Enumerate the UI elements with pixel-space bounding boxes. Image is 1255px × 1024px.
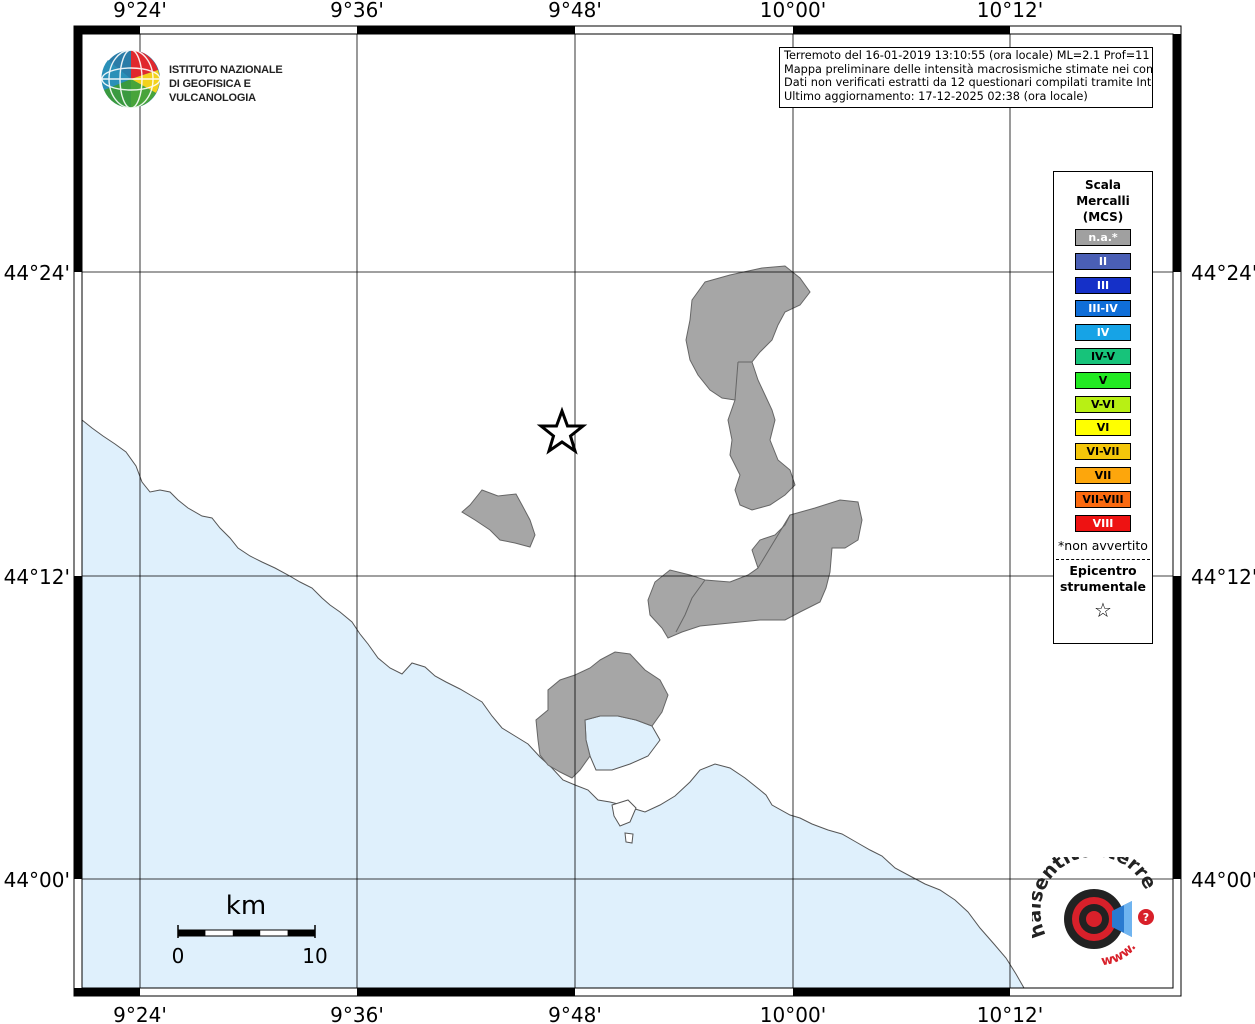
lon-label-bottom: 9°36' bbox=[330, 1003, 384, 1024]
legend-items: n.a.* II III III-IV IV IV-V V V-VI VI VI-VII VII VI… bbox=[1054, 229, 1152, 532]
lon-label-top: 10°12' bbox=[977, 0, 1043, 22]
legend-title: Scala Mercalli (MCS) bbox=[1054, 177, 1152, 225]
lon-label-top: 9°36' bbox=[330, 0, 384, 22]
scale-end: 10 bbox=[302, 944, 327, 968]
haisentito-logo: haisentitoilterremoto.it www. ? bbox=[1032, 857, 1161, 969]
legend-item: VII-VIII bbox=[1075, 490, 1131, 508]
lat-label-right: 44°24' bbox=[1191, 261, 1255, 285]
lat-label-right: 44°12' bbox=[1191, 565, 1255, 589]
event-info-line: Mappa preliminare delle intensità macros… bbox=[784, 62, 1153, 76]
legend-star-icon: ☆ bbox=[1094, 598, 1112, 623]
legend-item: II bbox=[1075, 252, 1131, 270]
lon-label-bottom: 9°48' bbox=[548, 1003, 602, 1024]
legend-epicenter-line: strumentale bbox=[1059, 579, 1147, 595]
lon-label-bottom: 10°12' bbox=[977, 1003, 1043, 1024]
institute-line1: ISTITUTO NAZIONALE bbox=[169, 64, 283, 76]
lon-label-top: 9°48' bbox=[548, 0, 602, 22]
event-info-line: Dati non verificati estratti da 12 quest… bbox=[784, 76, 1153, 90]
legend-item: IV bbox=[1075, 324, 1131, 342]
legend-epicenter-line: Epicentro bbox=[1069, 563, 1137, 579]
legend-note: *non avvertito bbox=[1058, 538, 1148, 554]
legend-item: V-VI bbox=[1075, 395, 1131, 413]
legend-title-line: (MCS) bbox=[1082, 210, 1124, 224]
legend-title-line: Mercalli bbox=[1076, 194, 1130, 208]
scale-unit: km bbox=[226, 891, 266, 921]
lat-label-left: 44°12' bbox=[4, 565, 70, 589]
event-info-box: Terremoto del 16-01-2019 13:10:55 (ora l… bbox=[779, 47, 1153, 108]
legend-title-line: Scala bbox=[1084, 178, 1122, 192]
lon-label-top: 10°00' bbox=[760, 0, 826, 22]
event-info-line: Ultimo aggiornamento: 17-12-2025 02:38 (… bbox=[784, 89, 1088, 103]
svg-text:?: ? bbox=[1143, 911, 1149, 924]
lat-label-left: 44°24' bbox=[4, 261, 70, 285]
ingv-globe-icon bbox=[101, 49, 161, 109]
legend-item: VIII bbox=[1075, 514, 1131, 532]
ingv-logo: ISTITUTO NAZIONALE DI GEOFISICA E VULCAN… bbox=[100, 48, 320, 110]
target-icon bbox=[1064, 889, 1132, 949]
legend-item: VII bbox=[1075, 466, 1131, 484]
legend-divider bbox=[1056, 559, 1150, 561]
lon-label-top: 9°24' bbox=[113, 0, 167, 22]
lat-label-right: 44°00' bbox=[1191, 868, 1255, 892]
scale-start: 0 bbox=[172, 944, 185, 968]
legend-item: n.a.* bbox=[1075, 229, 1131, 246]
legend-item: VI bbox=[1075, 419, 1131, 437]
lat-label-left: 44°00' bbox=[4, 868, 70, 892]
legend-item: III-IV bbox=[1075, 300, 1131, 318]
legend-item: V bbox=[1075, 371, 1131, 389]
legend-epicenter-label: Epicentro strumentale bbox=[1054, 563, 1152, 595]
event-info-line: Terremoto del 16-01-2019 13:10:55 (ora l… bbox=[784, 49, 1153, 62]
institute-line2: DI GEOFISICA E VULCANOLOGIA bbox=[169, 78, 256, 104]
island bbox=[624, 832, 634, 844]
legend-item: III bbox=[1075, 276, 1131, 294]
legend-item: VI-VII bbox=[1075, 443, 1131, 461]
lon-label-bottom: 10°00' bbox=[760, 1003, 826, 1024]
lon-label-bottom: 9°24' bbox=[113, 1003, 167, 1024]
mcs-legend: Scala Mercalli (MCS) n.a.* II III III-IV IV I… bbox=[1053, 171, 1153, 644]
legend-item: IV-V bbox=[1075, 347, 1131, 365]
